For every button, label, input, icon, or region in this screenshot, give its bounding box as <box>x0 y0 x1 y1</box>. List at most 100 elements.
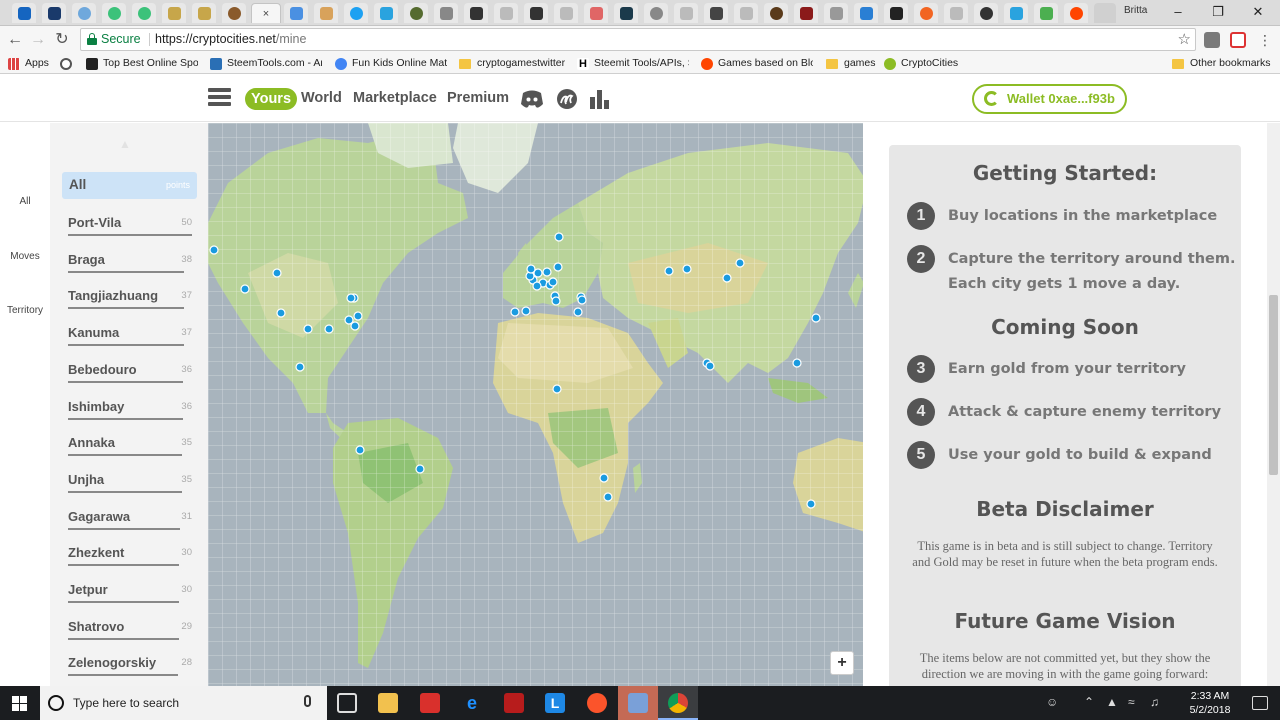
microphone-icon[interactable] <box>304 695 311 707</box>
browser-tab[interactable] <box>764 3 788 23</box>
city-marker[interactable] <box>599 473 609 483</box>
browser-tab[interactable] <box>1004 3 1028 23</box>
address-bar[interactable]: Secure https://cryptocities.net/mine ☆ <box>80 28 1196 51</box>
city-list-item[interactable]: Port-Vila 50 <box>68 215 192 239</box>
nav-premium-link[interactable]: Premium <box>447 90 509 106</box>
mcafee-icon[interactable] <box>504 693 524 713</box>
city-list-item[interactable]: Unjha 35 <box>68 472 192 496</box>
city-list-item[interactable]: Zelenogorskiy 28 <box>68 655 192 679</box>
edge-browser-icon[interactable]: e <box>462 693 482 713</box>
page-scrollbar[interactable] <box>1267 123 1280 686</box>
browser-tab[interactable] <box>734 3 758 23</box>
discord-icon[interactable] <box>520 88 544 110</box>
bookmark-item[interactable]: H Steemit Tools/APIs, St <box>577 56 689 71</box>
browser-tab[interactable] <box>222 3 246 23</box>
app-icon[interactable] <box>420 693 440 713</box>
city-marker[interactable] <box>573 307 583 317</box>
nav-yours-tab[interactable]: Yours <box>245 88 298 110</box>
city-list-item[interactable]: Shatrovo 29 <box>68 619 192 643</box>
city-marker[interactable] <box>240 284 250 294</box>
extension-icon[interactable] <box>1204 32 1220 48</box>
filter-tab-moves[interactable]: Moves <box>0 251 50 262</box>
browser-tab[interactable] <box>192 3 216 23</box>
bookmark-star-icon[interactable]: ☆ <box>1178 29 1191 50</box>
browser-tab[interactable] <box>1034 3 1058 23</box>
browser-tab[interactable] <box>824 3 848 23</box>
steemit-icon[interactable] <box>555 88 579 110</box>
city-marker[interactable] <box>553 262 563 272</box>
world-map[interactable]: + <box>208 123 863 686</box>
browser-tab[interactable] <box>584 3 608 23</box>
city-marker[interactable] <box>735 258 745 268</box>
taskbar-search-box[interactable]: Type here to search <box>40 686 327 720</box>
close-tab-icon[interactable]: × <box>263 8 269 20</box>
chrome-menu-icon[interactable]: ⋮ <box>1254 29 1276 51</box>
city-list-item[interactable]: Kanuma 37 <box>68 325 192 349</box>
city-marker[interactable] <box>552 384 562 394</box>
browser-tab[interactable] <box>12 3 36 23</box>
city-marker[interactable] <box>209 245 219 255</box>
volume-icon[interactable]: ♫ <box>1150 695 1159 709</box>
browser-tab[interactable] <box>974 3 998 23</box>
reload-icon[interactable]: ↻ <box>51 29 73 51</box>
network-icon[interactable]: ▲ <box>1106 695 1118 709</box>
city-marker[interactable] <box>664 266 674 276</box>
city-list-item[interactable]: Ishimbay 36 <box>68 399 192 423</box>
taskbar-chrome[interactable] <box>658 686 698 720</box>
browser-tab[interactable] <box>704 3 728 23</box>
browser-tab[interactable] <box>494 3 518 23</box>
browser-tab[interactable] <box>884 3 908 23</box>
browser-tab[interactable] <box>72 3 96 23</box>
browser-tab[interactable] <box>524 3 548 23</box>
map-zoom-in-button[interactable]: + <box>830 651 854 675</box>
new-tab-button[interactable] <box>1094 3 1116 23</box>
city-marker[interactable] <box>303 324 313 334</box>
city-list-item[interactable]: Braga 38 <box>68 252 192 276</box>
show-hidden-icons-icon[interactable]: ⌃ <box>1084 695 1094 709</box>
browser-tab[interactable] <box>344 3 368 23</box>
minimize-button[interactable]: – <box>1158 2 1198 22</box>
nav-marketplace-link[interactable]: Marketplace <box>353 90 437 106</box>
city-marker[interactable] <box>532 281 542 291</box>
city-marker[interactable] <box>792 358 802 368</box>
city-list-item[interactable]: Tangjiazhuang 37 <box>68 288 192 312</box>
bookmark-folder[interactable]: Other bookmarks <box>1172 56 1271 71</box>
browser-tab[interactable] <box>374 3 398 23</box>
city-marker[interactable] <box>295 362 305 372</box>
browser-tab[interactable] <box>794 3 818 23</box>
brave-browser-icon[interactable] <box>587 693 607 713</box>
city-marker[interactable] <box>548 277 558 287</box>
bookmark-item[interactable]: Fun Kids Online Math <box>335 56 447 71</box>
browser-tab[interactable] <box>914 3 938 23</box>
city-marker[interactable] <box>722 273 732 283</box>
city-marker[interactable] <box>603 492 613 502</box>
city-list-item[interactable]: Bebedouro 36 <box>68 362 192 386</box>
browser-tab[interactable] <box>464 3 488 23</box>
bookmark-item[interactable]: CryptoCities <box>884 56 958 71</box>
bookmark-item[interactable]: SteemTools.com - An <box>210 56 322 71</box>
forward-arrow-icon[interactable]: → <box>27 29 49 51</box>
city-marker[interactable] <box>811 313 821 323</box>
browser-tab[interactable] <box>42 3 66 23</box>
task-view-icon[interactable] <box>337 693 357 713</box>
city-marker[interactable] <box>353 311 363 321</box>
city-list-item[interactable]: Jetpur 30 <box>68 582 192 606</box>
city-marker[interactable] <box>350 321 360 331</box>
browser-tab-active[interactable]: × <box>251 3 281 23</box>
profile-name[interactable]: Britta <box>1124 5 1147 16</box>
bookmark-folder[interactable]: games <box>826 56 876 71</box>
city-marker[interactable] <box>554 232 564 242</box>
filter-tab-territory[interactable]: Territory <box>0 305 50 316</box>
city-marker[interactable] <box>415 464 425 474</box>
city-marker[interactable] <box>276 308 286 318</box>
wallet-button[interactable]: Wallet 0xae...f93b <box>972 84 1127 114</box>
city-marker[interactable] <box>526 264 536 274</box>
city-marker[interactable] <box>577 295 587 305</box>
browser-tab[interactable] <box>162 3 186 23</box>
filter-tab-all[interactable]: All <box>0 196 50 207</box>
browser-tab[interactable] <box>1064 3 1088 23</box>
action-center-icon[interactable] <box>1252 696 1268 710</box>
taskbar-clock[interactable]: 2:33 AM 5/2/2018 <box>1175 689 1245 717</box>
windows-start-icon[interactable] <box>12 696 27 711</box>
bookmark-apps[interactable]: Apps <box>8 56 49 71</box>
